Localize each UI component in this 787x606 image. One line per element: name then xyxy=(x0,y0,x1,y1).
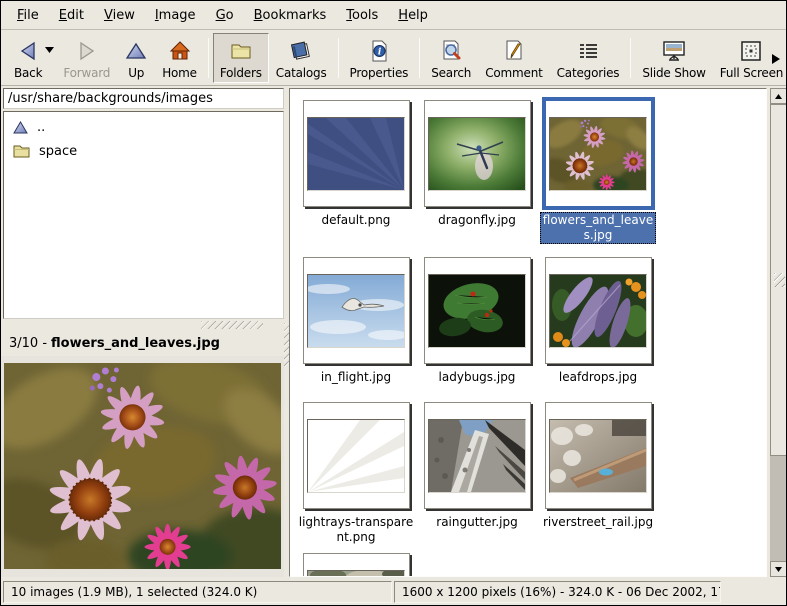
folders-button[interactable]: Folders xyxy=(213,33,269,83)
folder-icon xyxy=(229,38,253,64)
folder-item-parent[interactable]: .. xyxy=(4,115,283,139)
book-icon xyxy=(289,38,313,64)
folder-item-space[interactable]: space xyxy=(4,139,283,163)
scrollbar-thumb[interactable] xyxy=(770,104,787,456)
browser-status: 3/10 -flowers_and_leaves.jpg xyxy=(1,331,284,356)
back-button[interactable]: Back xyxy=(7,33,49,83)
toolbar-separator xyxy=(630,38,631,78)
toolbar-separator xyxy=(338,38,339,78)
info-page-icon: i xyxy=(367,38,391,64)
toolbar: Back Forward Up Home xyxy=(1,29,786,86)
thumbnail-ladybugs[interactable]: ladybugs.jpg xyxy=(412,257,542,385)
forward-button[interactable]: Forward xyxy=(56,33,117,83)
folder-list: .. space xyxy=(3,111,284,319)
menu-view[interactable]: View xyxy=(94,4,145,27)
comment-button[interactable]: Comment xyxy=(478,33,549,83)
status-bar: 10 images (1.9 MB), 1 selected (324.0 K)… xyxy=(1,578,786,605)
thumbnail-default[interactable]: default.png xyxy=(291,100,421,228)
thumbnail-lightrays[interactable]: lightrays-transpare nt.png xyxy=(291,402,421,545)
status-images-summary: 10 images (1.9 MB), 1 selected (324.0 K) xyxy=(3,581,392,603)
toolbar-overflow-arrow[interactable] xyxy=(772,51,780,66)
home-button[interactable]: Home xyxy=(155,33,204,83)
up-button[interactable]: Up xyxy=(117,33,155,83)
search-icon xyxy=(439,38,463,64)
status-image-details: 1600 x 1200 pixels (16%) - 324.0 K - 06 … xyxy=(394,581,721,603)
toolbar-separator xyxy=(419,38,420,78)
back-icon xyxy=(16,38,40,64)
image-preview-pane[interactable] xyxy=(1,356,284,577)
back-history-dropdown[interactable] xyxy=(45,42,54,57)
thumbnail-flowers-and-leaves[interactable]: flowers_and_leave s.jpg xyxy=(533,100,663,244)
slideshow-button[interactable]: Slide Show xyxy=(635,33,712,83)
thumbnail-dragonfly[interactable]: dragonfly.jpg xyxy=(412,100,542,228)
scroll-up-button[interactable] xyxy=(770,88,787,104)
comment-icon xyxy=(502,38,526,64)
projector-screen-icon xyxy=(661,38,687,64)
grid-scrollbar[interactable] xyxy=(770,88,787,577)
preview-image xyxy=(4,363,281,569)
menu-bookmarks[interactable]: Bookmarks xyxy=(244,4,337,27)
location-input[interactable] xyxy=(3,88,284,109)
menu-tools[interactable]: Tools xyxy=(336,4,388,27)
up-icon xyxy=(124,38,148,64)
gthumb-window: File Edit View Image Go Bookmarks Tools … xyxy=(0,0,787,606)
menu-image[interactable]: Image xyxy=(145,4,206,27)
forward-icon xyxy=(75,38,99,64)
thumbnail-partial[interactable] xyxy=(291,553,421,577)
properties-button[interactable]: i Properties xyxy=(343,33,416,83)
thumbnail-riverstreet-rail[interactable]: riverstreet_rail.jpg xyxy=(533,402,663,530)
scroll-down-button[interactable] xyxy=(770,561,787,577)
folder-icon xyxy=(13,144,30,159)
menu-edit[interactable]: Edit xyxy=(49,4,94,27)
thumbnail-in-flight[interactable]: in_flight.jpg xyxy=(291,257,421,385)
current-filename: flowers_and_leaves.jpg xyxy=(51,336,220,351)
sidebar-splitter[interactable] xyxy=(1,319,284,331)
up-triangle-icon xyxy=(13,120,28,135)
menu-bar: File Edit View Image Go Bookmarks Tools … xyxy=(1,1,786,29)
menu-file[interactable]: File xyxy=(7,4,49,27)
catalogs-button[interactable]: Catalogs xyxy=(269,33,334,83)
search-button[interactable]: Search xyxy=(424,33,478,83)
thumbnail-leafdrops[interactable]: leafdrops.jpg xyxy=(533,257,663,385)
menu-go[interactable]: Go xyxy=(206,4,244,27)
selected-thumbnail-label: flowers_and_leave s.jpg xyxy=(540,212,656,244)
menu-help[interactable]: Help xyxy=(388,4,438,27)
fullscreen-icon xyxy=(739,38,763,64)
toolbar-separator xyxy=(208,38,209,78)
categories-button[interactable]: Categories xyxy=(550,33,627,83)
home-icon xyxy=(168,38,192,64)
list-icon xyxy=(576,38,600,64)
thumbnail-grid[interactable]: default.png dragonfly.jpg xyxy=(289,88,767,577)
thumbnail-raingutter[interactable]: raingutter.jpg xyxy=(412,402,542,530)
